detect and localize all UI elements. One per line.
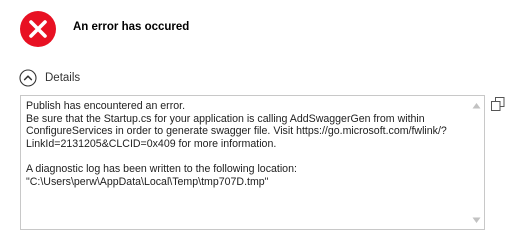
details-line: ConfigureServices in order to generate s… — [26, 125, 447, 138]
details-text[interactable]: Publish has encountered an error. Be sur… — [26, 100, 466, 188]
scroll-down-button[interactable] — [468, 213, 484, 227]
details-label: Details — [45, 72, 81, 84]
details-line: A diagnostic log has been written to the… — [26, 162, 297, 175]
details-scrollbar[interactable] — [468, 96, 484, 229]
triangle-up-icon — [472, 102, 480, 108]
error-icon — [20, 11, 56, 47]
details-line: Publish has encountered an error. — [26, 100, 186, 112]
details-line: Be sure that the Startup.cs for your app… — [26, 112, 425, 125]
error-dialog: An error has occured Details Publish has… — [0, 0, 511, 240]
details-line: LinkId=2131205&CLCID=0x409 for more info… — [26, 137, 277, 150]
scroll-up-button[interactable] — [468, 98, 484, 112]
chevron-up-icon[interactable] — [19, 69, 37, 87]
details-textbox[interactable]: Publish has encountered an error. Be sur… — [20, 95, 485, 230]
copy-icon[interactable] — [491, 97, 505, 111]
details-toggle-button[interactable]: Details — [19, 68, 80, 88]
dialog-title: An error has occured — [73, 21, 190, 33]
details-line: "C:\Users\perw\AppData\Local\Temp\tmp707… — [26, 175, 269, 188]
triangle-down-icon — [472, 217, 480, 223]
